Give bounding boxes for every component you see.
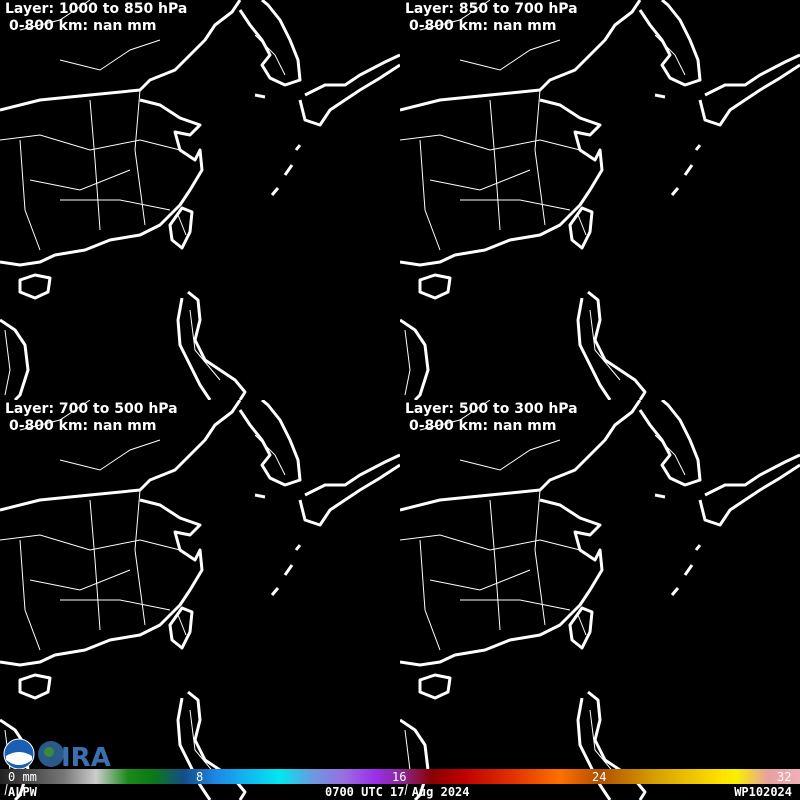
storm-id: WP102024 bbox=[734, 785, 792, 799]
layer-stat: 0-800 km: nan mm bbox=[409, 418, 557, 434]
coastline-map bbox=[400, 0, 800, 400]
colorbar-tick: 24 bbox=[592, 770, 607, 784]
coastline-map bbox=[400, 400, 800, 800]
svg-text:IRA: IRA bbox=[61, 743, 111, 770]
cira-logo-icon: IRA bbox=[38, 741, 111, 770]
layer-stat: 0-800 km: nan mm bbox=[409, 18, 557, 34]
layer-title: Layer: 1000 to 850 hPa bbox=[5, 1, 188, 17]
layer-stat: 0-800 km: nan mm bbox=[9, 18, 157, 34]
panel-layer-1000-850: Layer: 1000 to 850 hPa 0-800 km: nan mm bbox=[0, 0, 400, 400]
noaa-logo-icon bbox=[3, 738, 35, 770]
layer-title: Layer: 850 to 700 hPa bbox=[405, 1, 578, 17]
product-label: ALPW bbox=[8, 785, 37, 799]
colorbar-tick: 32 bbox=[777, 770, 792, 784]
colorbar-tick: 0 mm bbox=[8, 770, 37, 784]
layer-title: Layer: 500 to 300 hPa bbox=[405, 401, 578, 417]
panel-layer-500-300: Layer: 500 to 300 hPa 0-800 km: nan mm bbox=[400, 400, 800, 800]
noaa-cira-logos: IRA bbox=[3, 738, 111, 770]
valid-time: 0700 UTC 17 Aug 2024 bbox=[325, 785, 470, 799]
layer-stat: 0-800 km: nan mm bbox=[9, 418, 157, 434]
layer-title: Layer: 700 to 500 hPa bbox=[5, 401, 178, 417]
colorbar-tick: 16 bbox=[392, 770, 407, 784]
colorbar-tick: 8 bbox=[196, 770, 204, 784]
coastline-map bbox=[0, 0, 400, 400]
panel-layer-850-700: Layer: 850 to 700 hPa 0-800 km: nan mm bbox=[400, 0, 800, 400]
